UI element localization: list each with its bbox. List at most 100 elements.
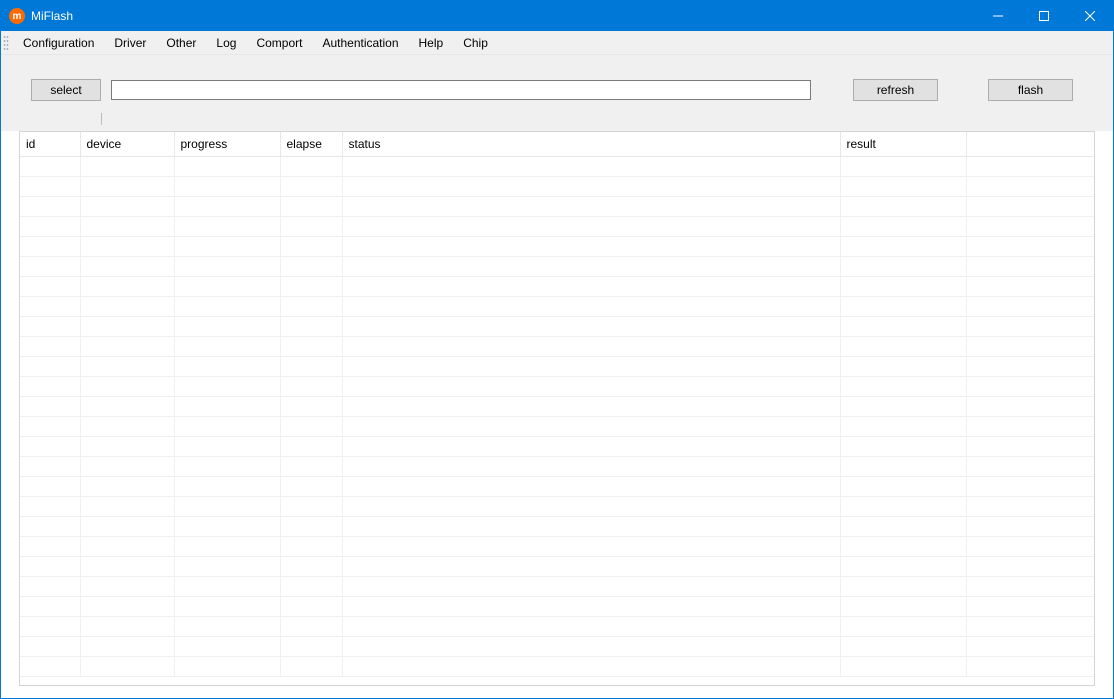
menu-comport[interactable]: Comport: [246, 32, 312, 54]
table-cell: [966, 156, 1094, 176]
table-row[interactable]: [20, 576, 1094, 596]
table-row[interactable]: [20, 456, 1094, 476]
table-cell: [174, 296, 280, 316]
table-row[interactable]: [20, 336, 1094, 356]
table-cell: [342, 436, 840, 456]
column-header-result[interactable]: result: [840, 132, 966, 156]
table-row[interactable]: [20, 196, 1094, 216]
maximize-button[interactable]: [1021, 1, 1067, 31]
column-header-progress[interactable]: progress: [174, 132, 280, 156]
table-cell: [966, 296, 1094, 316]
table-row[interactable]: [20, 156, 1094, 176]
table-row[interactable]: [20, 616, 1094, 636]
table-row[interactable]: [20, 296, 1094, 316]
table-cell: [80, 376, 174, 396]
table-cell: [20, 236, 80, 256]
table-cell: [840, 476, 966, 496]
table-cell: [342, 456, 840, 476]
table-cell: [342, 536, 840, 556]
column-header-device[interactable]: device: [80, 132, 174, 156]
table-row[interactable]: [20, 516, 1094, 536]
table-cell: [20, 276, 80, 296]
table-cell: [342, 656, 840, 676]
table-cell: [174, 396, 280, 416]
flash-button[interactable]: flash: [988, 79, 1073, 101]
table-cell: [174, 596, 280, 616]
table-cell: [342, 236, 840, 256]
table-row[interactable]: [20, 436, 1094, 456]
menu-chip[interactable]: Chip: [453, 32, 498, 54]
column-header-extra[interactable]: [966, 132, 1094, 156]
table-row[interactable]: [20, 556, 1094, 576]
table-row[interactable]: [20, 376, 1094, 396]
device-table: id device progress elapse status result: [19, 131, 1095, 686]
table-row[interactable]: [20, 316, 1094, 336]
table-row[interactable]: [20, 636, 1094, 656]
table-cell: [174, 436, 280, 456]
table-cell: [840, 456, 966, 476]
table-cell: [174, 656, 280, 676]
table-cell: [20, 356, 80, 376]
table-row[interactable]: [20, 176, 1094, 196]
titlebar: m MiFlash: [1, 1, 1113, 31]
app-icon: m: [9, 8, 25, 24]
column-header-id[interactable]: id: [20, 132, 80, 156]
table-row[interactable]: [20, 256, 1094, 276]
table-cell: [966, 576, 1094, 596]
table-cell: [966, 356, 1094, 376]
table-cell: [840, 336, 966, 356]
table-row[interactable]: [20, 216, 1094, 236]
menu-authentication[interactable]: Authentication: [312, 32, 408, 54]
table-cell: [80, 596, 174, 616]
table-cell: [280, 316, 342, 336]
menu-log[interactable]: Log: [206, 32, 246, 54]
table-cell: [80, 476, 174, 496]
column-header-elapse[interactable]: elapse: [280, 132, 342, 156]
table-cell: [342, 516, 840, 536]
table-cell: [966, 536, 1094, 556]
close-button[interactable]: [1067, 1, 1113, 31]
table-cell: [280, 596, 342, 616]
table-cell: [80, 556, 174, 576]
table-cell: [342, 576, 840, 596]
table-cell: [80, 216, 174, 236]
toolbar: select refresh flash: [1, 55, 1113, 113]
table-row[interactable]: [20, 476, 1094, 496]
table-cell: [342, 556, 840, 576]
table-cell: [174, 376, 280, 396]
table-row[interactable]: [20, 356, 1094, 376]
table-row[interactable]: [20, 496, 1094, 516]
refresh-button[interactable]: refresh: [853, 79, 938, 101]
table-cell: [342, 176, 840, 196]
menu-configuration[interactable]: Configuration: [13, 32, 104, 54]
table-cell: [342, 636, 840, 656]
table-cell: [342, 496, 840, 516]
table-row[interactable]: [20, 396, 1094, 416]
table-row[interactable]: [20, 596, 1094, 616]
table-cell: [174, 156, 280, 176]
table-cell: [280, 156, 342, 176]
table-cell: [840, 536, 966, 556]
table-cell: [342, 156, 840, 176]
menu-driver[interactable]: Driver: [104, 32, 156, 54]
table-cell: [342, 256, 840, 276]
menu-help[interactable]: Help: [409, 32, 454, 54]
table-cell: [80, 256, 174, 276]
table-cell: [280, 436, 342, 456]
select-button[interactable]: select: [31, 79, 101, 101]
table-cell: [280, 256, 342, 276]
table-cell: [966, 656, 1094, 676]
column-header-status[interactable]: status: [342, 132, 840, 156]
table-row[interactable]: [20, 536, 1094, 556]
menu-other[interactable]: Other: [156, 32, 206, 54]
table-cell: [280, 556, 342, 576]
table-row[interactable]: [20, 276, 1094, 296]
table-row[interactable]: [20, 656, 1094, 676]
minimize-button[interactable]: [975, 1, 1021, 31]
table-row[interactable]: [20, 236, 1094, 256]
path-input[interactable]: [111, 80, 811, 100]
table-row[interactable]: [20, 416, 1094, 436]
table-cell: [20, 296, 80, 316]
table-cell: [20, 196, 80, 216]
table-cell: [20, 176, 80, 196]
